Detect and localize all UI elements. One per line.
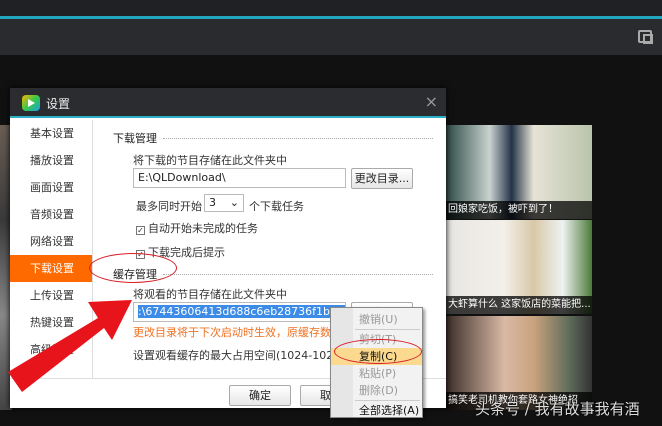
annotation-arrow-icon	[8, 300, 132, 392]
watermark: 头条号 / 我有故事我有酒	[475, 400, 640, 418]
